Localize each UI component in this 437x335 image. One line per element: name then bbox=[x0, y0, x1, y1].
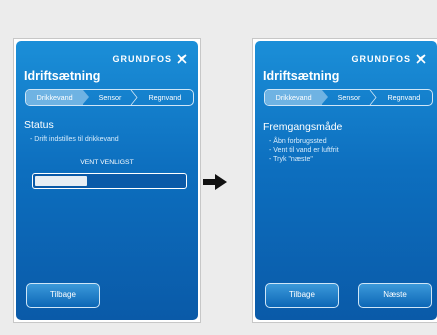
step-drikkevand: Drikkevand bbox=[265, 90, 329, 105]
screen-procedure: GRUNDFOS Idriftsætning Drikkevand Sensor… bbox=[252, 38, 437, 323]
brand-logo: GRUNDFOS bbox=[352, 53, 428, 65]
display: GRUNDFOS Idriftsætning Drikkevand Sensor… bbox=[16, 41, 198, 320]
procedure-lines: - Åbn forbrugssted - Vent til vand er lu… bbox=[269, 137, 339, 164]
step-label: Regnvand bbox=[148, 93, 182, 102]
brand-logo: GRUNDFOS bbox=[113, 53, 189, 65]
step-drikkevand: Drikkevand bbox=[26, 90, 90, 105]
step-label: Sensor bbox=[337, 93, 361, 102]
arrow-right-icon bbox=[203, 174, 227, 190]
grundfos-icon bbox=[416, 54, 426, 64]
procedure-line: - Tryk "næste" bbox=[269, 156, 313, 163]
progress-bar bbox=[32, 173, 187, 189]
step-indicator: Drikkevand Sensor Regnvand bbox=[25, 89, 194, 106]
next-button[interactable]: Næste bbox=[358, 283, 432, 308]
brand-text: GRUNDFOS bbox=[351, 54, 411, 64]
section-title: Fremgangsmåde bbox=[263, 121, 343, 133]
step-label: Drikkevand bbox=[36, 93, 73, 102]
procedure-line: - Åbn forbrugssted bbox=[269, 138, 327, 145]
step-indicator: Drikkevand Sensor Regnvand bbox=[264, 89, 433, 106]
step-label: Regnvand bbox=[387, 93, 421, 102]
step-sensor: Sensor bbox=[322, 90, 377, 105]
step-arrow bbox=[322, 90, 329, 104]
section-title: Status bbox=[24, 119, 54, 131]
step-sensor: Sensor bbox=[83, 90, 138, 105]
step-label: Sensor bbox=[98, 93, 122, 102]
back-button[interactable]: Tilbage bbox=[26, 283, 100, 308]
step-regnvand: Regnvand bbox=[137, 90, 193, 105]
step-arrow bbox=[83, 90, 90, 104]
screen-status: GRUNDFOS Idriftsætning Drikkevand Sensor… bbox=[13, 38, 201, 323]
procedure-line: - Vent til vand er luftfrit bbox=[269, 147, 339, 154]
status-line: - Drift indstilles til drikkevand bbox=[30, 136, 119, 143]
wait-label: VENT VENLIGST bbox=[80, 159, 134, 166]
step-regnvand: Regnvand bbox=[376, 90, 432, 105]
display: GRUNDFOS Idriftsætning Drikkevand Sensor… bbox=[255, 41, 437, 320]
grundfos-icon bbox=[177, 54, 187, 64]
page-title: Idriftsætning bbox=[24, 69, 101, 83]
brand-text: GRUNDFOS bbox=[112, 54, 172, 64]
back-button[interactable]: Tilbage bbox=[265, 283, 339, 308]
page-title: Idriftsætning bbox=[263, 69, 340, 83]
status-lines: - Drift indstilles til drikkevand bbox=[30, 135, 119, 144]
step-label: Drikkevand bbox=[275, 93, 312, 102]
progress-fill bbox=[35, 176, 88, 186]
